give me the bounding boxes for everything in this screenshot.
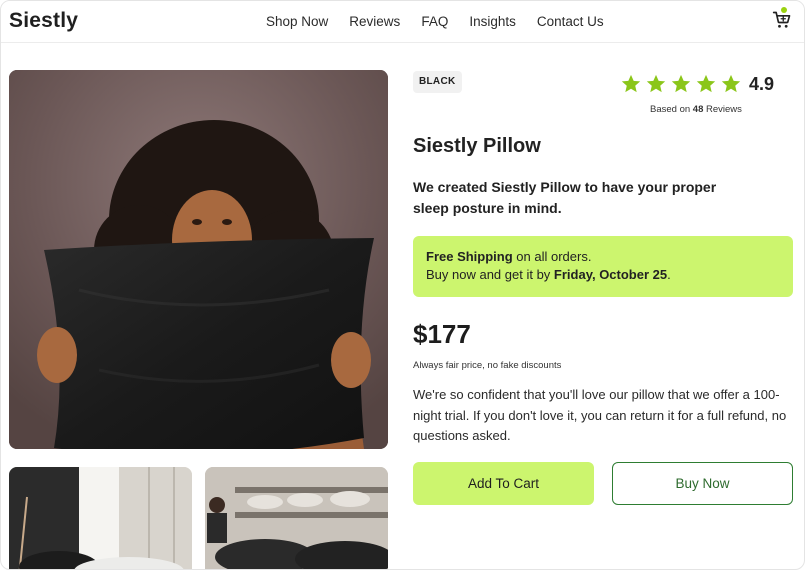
rating-value: 4.9: [749, 74, 775, 94]
cart-indicator-dot: [781, 7, 787, 13]
buy-now-button[interactable]: Buy Now: [612, 462, 793, 505]
top-navbar: Siestly Shop Now Reviews FAQ Insights Co…: [1, 1, 804, 43]
star-icon: [671, 74, 691, 93]
delivery-suffix: .: [667, 267, 671, 282]
shipping-line: Free Shipping on all orders.: [426, 248, 780, 266]
main-menu: Shop Now Reviews FAQ Insights Contact Us: [266, 14, 625, 29]
nav-contact-us[interactable]: Contact Us: [537, 14, 604, 29]
delivery-date: Friday, October 25: [553, 267, 668, 282]
reviews-number: 48: [692, 104, 704, 115]
reviews-count[interactable]: Based on 48 Reviews: [650, 104, 742, 115]
product-thumbnail-factory[interactable]: [205, 467, 388, 569]
bedroom-photo: [9, 467, 192, 569]
reviews-prefix: Based on: [650, 104, 691, 115]
brand-logo[interactable]: Siestly: [9, 9, 78, 33]
star-icon: [621, 74, 641, 93]
color-badge: BLACK: [413, 71, 462, 93]
add-to-cart-button[interactable]: Add To Cart: [413, 462, 594, 505]
nav-faq[interactable]: FAQ: [421, 14, 448, 29]
star-icon: [696, 74, 716, 93]
delivery-prefix: Buy now and get it by: [426, 267, 554, 282]
product-hero-image[interactable]: [9, 70, 388, 449]
free-shipping-label: Free Shipping: [426, 249, 513, 264]
rating-stars: [620, 73, 742, 95]
nav-reviews[interactable]: Reviews: [349, 14, 400, 29]
woman-holding-pillow-photo: [9, 70, 388, 449]
star-icon: [721, 74, 741, 93]
product-tagline: We created Siestly Pillow to have your p…: [413, 179, 717, 216]
product-title: Siestly Pillow: [413, 135, 541, 157]
product-description: We're so confident that you'll love our …: [413, 387, 787, 443]
nav-shop-now[interactable]: Shop Now: [266, 14, 328, 29]
price-note: Always fair price, no fake discounts: [413, 360, 562, 371]
factory-photo: [205, 467, 388, 569]
shipping-banner: Free Shipping on all orders. Buy now and…: [413, 236, 793, 297]
product-thumbnail-bedroom[interactable]: [9, 467, 192, 569]
star-icon: [646, 74, 666, 93]
reviews-suffix: Reviews: [706, 104, 742, 115]
shipping-rest: on all orders.: [512, 249, 592, 264]
product-page: Siestly Shop Now Reviews FAQ Insights Co…: [0, 0, 805, 570]
product-price: $177: [413, 319, 471, 349]
shopping-cart-icon[interactable]: [772, 10, 792, 30]
delivery-line: Buy now and get it by Friday, October 25…: [426, 266, 780, 284]
nav-insights[interactable]: Insights: [469, 14, 516, 29]
